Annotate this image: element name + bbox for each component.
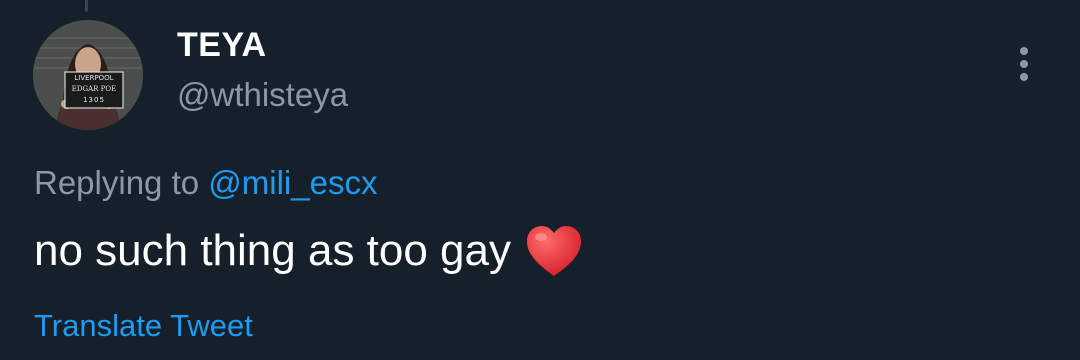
reply-mention-link[interactable]: @mili_escx: [208, 164, 377, 201]
avatar[interactable]: LIVERPOOL EDGAR POE 1305: [33, 20, 143, 130]
replying-to-line: Replying to @mili_escx: [34, 164, 377, 202]
thread-connector-line: [85, 0, 88, 12]
tweet-text: no such thing as too gay: [34, 226, 511, 275]
translate-tweet-link[interactable]: Translate Tweet: [34, 308, 253, 344]
red-heart-icon: [525, 224, 583, 278]
replying-to-label: Replying to: [34, 164, 200, 201]
more-vertical-icon: [1006, 44, 1042, 86]
avatar-sign-line1: LIVERPOOL: [74, 74, 114, 82]
avatar-sign-line3: 1305: [83, 96, 105, 104]
author-display-name[interactable]: TEYA: [177, 26, 267, 65]
more-options-button[interactable]: [1006, 44, 1042, 86]
tweet-body: no such thing as too gay: [34, 224, 583, 278]
avatar-sign-line2: EDGAR POE: [71, 85, 117, 93]
author-handle[interactable]: @wthisteya: [177, 76, 348, 114]
